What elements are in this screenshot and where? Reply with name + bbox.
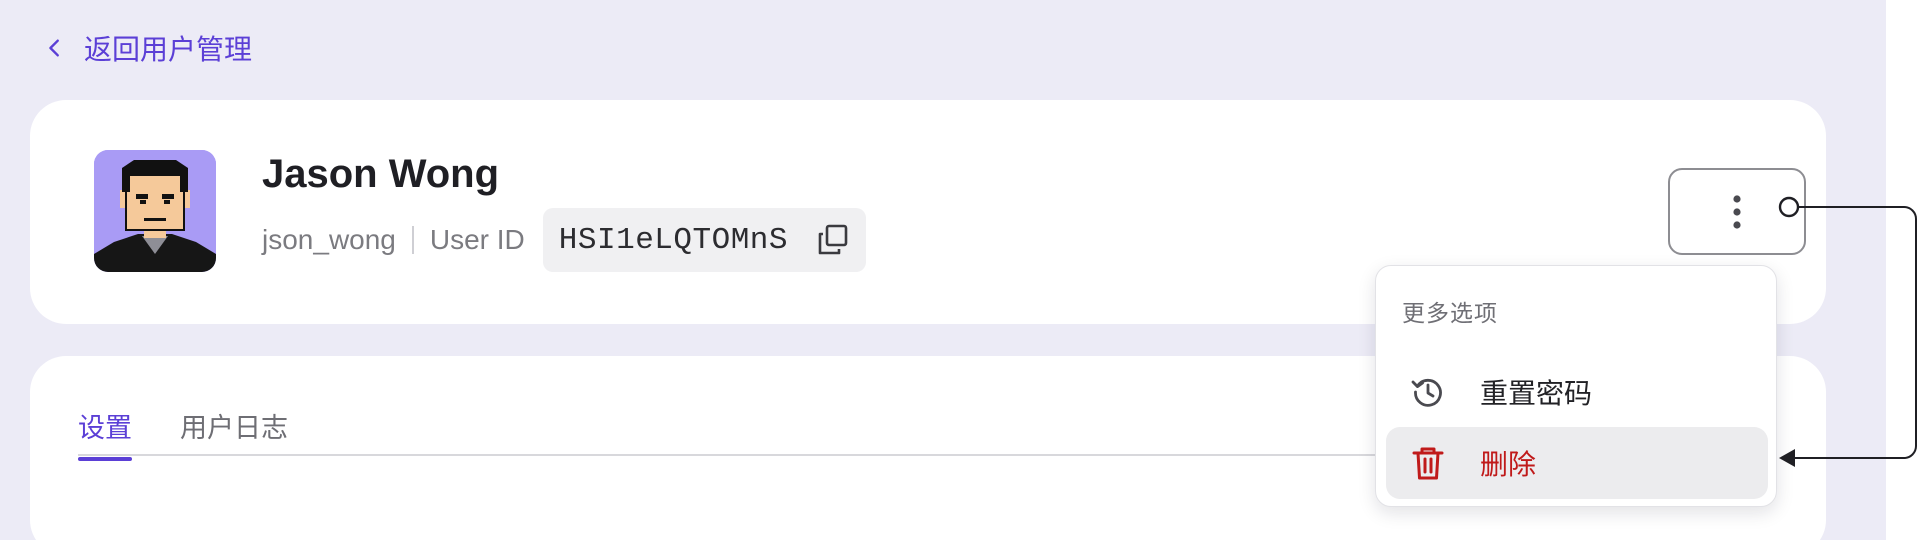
menu-header: 更多选项 (1402, 300, 1498, 326)
user-id-value: HSI1eLQTOMnS (558, 222, 789, 258)
user-meta-row: json_wong User ID HSI1eLQTOMnS (262, 208, 867, 272)
back-to-user-management-link[interactable]: 返回用户管理 (44, 31, 252, 65)
tab-settings[interactable]: 设置 (78, 406, 132, 461)
tab-user-logs[interactable]: 用户日志 (180, 406, 288, 459)
pixel-avatar-image (94, 150, 216, 272)
reset-history-icon (1411, 378, 1442, 407)
more-options-button[interactable] (1668, 168, 1806, 255)
trash-icon (1412, 447, 1444, 480)
menu-item-label: 重置密码 (1480, 378, 1593, 409)
meta-divider (411, 226, 414, 254)
menu-item-reset-password[interactable]: 重置密码 (1386, 356, 1768, 428)
back-link-label: 返回用户管理 (84, 34, 253, 65)
tabs-divider (78, 454, 1408, 456)
chevron-left-icon (49, 39, 59, 57)
user-id-field: HSI1eLQTOMnS (542, 208, 867, 272)
user-display-name: Jason Wong (262, 152, 500, 196)
detail-tabs: 设置 用户日志 (78, 406, 288, 461)
copy-icon[interactable] (816, 223, 850, 257)
more-options-menu: 更多选项 重置密码 删除 (1375, 265, 1777, 507)
username: json_wong (262, 224, 396, 255)
avatar (94, 150, 216, 272)
more-vertical-icon (1733, 194, 1741, 229)
user-id-label: User ID (429, 224, 525, 255)
menu-item-delete[interactable]: 删除 (1386, 427, 1768, 499)
menu-item-label: 删除 (1480, 449, 1537, 480)
